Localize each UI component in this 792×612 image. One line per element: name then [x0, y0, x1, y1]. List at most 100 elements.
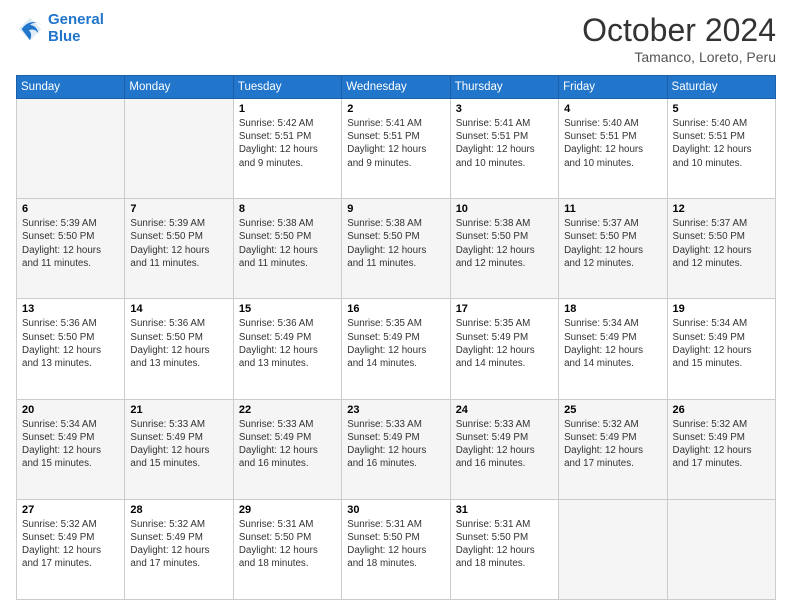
- day-info: Sunrise: 5:37 AM Sunset: 5:50 PM Dayligh…: [564, 217, 661, 270]
- day-info: Sunrise: 5:31 AM Sunset: 5:50 PM Dayligh…: [239, 518, 336, 571]
- day-info: Sunrise: 5:38 AM Sunset: 5:50 PM Dayligh…: [239, 217, 336, 270]
- calendar-cell: 16 Sunrise: 5:35 AM Sunset: 5:49 PM Dayli…: [342, 299, 450, 399]
- day-info: Sunrise: 5:35 AM Sunset: 5:49 PM Dayligh…: [347, 317, 444, 370]
- calendar-cell: [559, 499, 667, 599]
- day-number: 23: [347, 404, 444, 416]
- day-info: Sunrise: 5:39 AM Sunset: 5:50 PM Dayligh…: [130, 217, 227, 270]
- day-info: Sunrise: 5:41 AM Sunset: 5:51 PM Dayligh…: [347, 117, 444, 170]
- calendar-cell: 22 Sunrise: 5:33 AM Sunset: 5:49 PM Dayli…: [233, 399, 341, 499]
- day-info: Sunrise: 5:34 AM Sunset: 5:49 PM Dayligh…: [673, 317, 770, 370]
- calendar-cell: 8 Sunrise: 5:38 AM Sunset: 5:50 PM Daylig…: [233, 199, 341, 299]
- day-info: Sunrise: 5:32 AM Sunset: 5:49 PM Dayligh…: [564, 418, 661, 471]
- day-info: Sunrise: 5:34 AM Sunset: 5:49 PM Dayligh…: [564, 317, 661, 370]
- day-number: 8: [239, 203, 336, 215]
- day-info: Sunrise: 5:32 AM Sunset: 5:49 PM Dayligh…: [130, 518, 227, 571]
- calendar-header-wednesday: Wednesday: [342, 76, 450, 99]
- calendar-cell: 15 Sunrise: 5:36 AM Sunset: 5:49 PM Dayli…: [233, 299, 341, 399]
- calendar-cell: 17 Sunrise: 5:35 AM Sunset: 5:49 PM Dayli…: [450, 299, 558, 399]
- day-number: 3: [456, 103, 553, 115]
- calendar-cell: [125, 99, 233, 199]
- calendar-cell: 31 Sunrise: 5:31 AM Sunset: 5:50 PM Dayli…: [450, 499, 558, 599]
- day-info: Sunrise: 5:33 AM Sunset: 5:49 PM Dayligh…: [239, 418, 336, 471]
- calendar-cell: 7 Sunrise: 5:39 AM Sunset: 5:50 PM Daylig…: [125, 199, 233, 299]
- calendar-cell: 4 Sunrise: 5:40 AM Sunset: 5:51 PM Daylig…: [559, 99, 667, 199]
- day-number: 9: [347, 203, 444, 215]
- calendar-cell: 3 Sunrise: 5:41 AM Sunset: 5:51 PM Daylig…: [450, 99, 558, 199]
- month-title: October 2024: [582, 12, 776, 49]
- day-number: 30: [347, 504, 444, 516]
- day-info: Sunrise: 5:38 AM Sunset: 5:50 PM Dayligh…: [456, 217, 553, 270]
- calendar-week-2: 6 Sunrise: 5:39 AM Sunset: 5:50 PM Daylig…: [17, 199, 776, 299]
- day-number: 7: [130, 203, 227, 215]
- calendar-cell: 28Sunrise: 5:32 AM Sunset: 5:49 PM Dayli…: [125, 499, 233, 599]
- calendar-header-sunday: Sunday: [17, 76, 125, 99]
- calendar-cell: 5Sunrise: 5:40 AM Sunset: 5:51 PM Daylig…: [667, 99, 775, 199]
- day-info: Sunrise: 5:31 AM Sunset: 5:50 PM Dayligh…: [456, 518, 553, 571]
- day-number: 12: [673, 203, 770, 215]
- calendar-cell: 21Sunrise: 5:33 AM Sunset: 5:49 PM Dayli…: [125, 399, 233, 499]
- day-number: 15: [239, 303, 336, 315]
- logo-line2: Blue: [48, 28, 81, 45]
- calendar-header-monday: Monday: [125, 76, 233, 99]
- day-info: Sunrise: 5:34 AM Sunset: 5:49 PM Dayligh…: [22, 418, 119, 471]
- day-number: 31: [456, 504, 553, 516]
- calendar-week-4: 20 Sunrise: 5:34 AM Sunset: 5:49 PM Dayli…: [17, 399, 776, 499]
- day-info: Sunrise: 5:33 AM Sunset: 5:49 PM Dayligh…: [130, 418, 227, 471]
- day-number: 17: [456, 303, 553, 315]
- calendar-cell: 26 Sunrise: 5:32 AM Sunset: 5:49 PM Dayli…: [667, 399, 775, 499]
- calendar-cell: 9 Sunrise: 5:38 AM Sunset: 5:50 PM Daylig…: [342, 199, 450, 299]
- calendar-cell: 23Sunrise: 5:33 AM Sunset: 5:49 PM Dayli…: [342, 399, 450, 499]
- calendar-cell: 6Sunrise: 5:39 AM Sunset: 5:50 PM Daylig…: [17, 199, 125, 299]
- calendar-week-5: 27 Sunrise: 5:32 AM Sunset: 5:49 PM Dayli…: [17, 499, 776, 599]
- calendar-cell: 18 Sunrise: 5:34 AM Sunset: 5:49 PM Dayli…: [559, 299, 667, 399]
- day-number: 29: [239, 504, 336, 516]
- day-info: Sunrise: 5:35 AM Sunset: 5:49 PM Dayligh…: [456, 317, 553, 370]
- day-number: 20: [22, 404, 119, 416]
- calendar-cell: 1Sunrise: 5:42 AM Sunset: 5:51 PM Daylig…: [233, 99, 341, 199]
- calendar-week-3: 13 Sunrise: 5:36 AM Sunset: 5:50 PM Dayli…: [17, 299, 776, 399]
- calendar-header-thursday: Thursday: [450, 76, 558, 99]
- day-info: Sunrise: 5:36 AM Sunset: 5:49 PM Dayligh…: [239, 317, 336, 370]
- logo-text: General Blue: [48, 12, 104, 45]
- calendar-header-saturday: Saturday: [667, 76, 775, 99]
- day-number: 22: [239, 404, 336, 416]
- calendar-cell: 27Sunrise: 5:32 AM Sunset: 5:49 PM Dayli…: [17, 499, 125, 599]
- title-block: October 2024 Tamanco, Loreto, Peru: [582, 12, 776, 65]
- calendar-cell: [17, 99, 125, 199]
- calendar-cell: 2 Sunrise: 5:41 AM Sunset: 5:51 PM Daylig…: [342, 99, 450, 199]
- header: General Blue October 2024 Tamanco, Loret…: [16, 12, 776, 65]
- day-number: 18: [564, 303, 661, 315]
- day-number: 16: [347, 303, 444, 315]
- logo-icon: [16, 15, 44, 43]
- calendar-cell: 14Sunrise: 5:36 AM Sunset: 5:50 PM Dayli…: [125, 299, 233, 399]
- calendar-cell: 19 Sunrise: 5:34 AM Sunset: 5:49 PM Dayli…: [667, 299, 775, 399]
- calendar-cell: 20 Sunrise: 5:34 AM Sunset: 5:49 PM Dayli…: [17, 399, 125, 499]
- calendar-cell: 11Sunrise: 5:37 AM Sunset: 5:50 PM Dayli…: [559, 199, 667, 299]
- day-number: 26: [673, 404, 770, 416]
- calendar-cell: 13Sunrise: 5:36 AM Sunset: 5:50 PM Dayli…: [17, 299, 125, 399]
- calendar-cell: 30Sunrise: 5:31 AM Sunset: 5:50 PM Dayli…: [342, 499, 450, 599]
- day-number: 5: [673, 103, 770, 115]
- day-number: 2: [347, 103, 444, 115]
- calendar-cell: 29 Sunrise: 5:31 AM Sunset: 5:50 PM Dayli…: [233, 499, 341, 599]
- calendar-table: SundayMondayTuesdayWednesdayThursdayFrid…: [16, 75, 776, 600]
- logo-line1: General: [48, 11, 104, 28]
- day-number: 19: [673, 303, 770, 315]
- day-number: 4: [564, 103, 661, 115]
- day-number: 6: [22, 203, 119, 215]
- day-info: Sunrise: 5:40 AM Sunset: 5:51 PM Dayligh…: [564, 117, 661, 170]
- calendar-cell: 10Sunrise: 5:38 AM Sunset: 5:50 PM Dayli…: [450, 199, 558, 299]
- day-info: Sunrise: 5:36 AM Sunset: 5:50 PM Dayligh…: [130, 317, 227, 370]
- location: Tamanco, Loreto, Peru: [582, 49, 776, 65]
- day-number: 13: [22, 303, 119, 315]
- day-info: Sunrise: 5:38 AM Sunset: 5:50 PM Dayligh…: [347, 217, 444, 270]
- day-number: 24: [456, 404, 553, 416]
- day-info: Sunrise: 5:33 AM Sunset: 5:49 PM Dayligh…: [456, 418, 553, 471]
- day-number: 25: [564, 404, 661, 416]
- day-number: 27: [22, 504, 119, 516]
- logo: General Blue: [16, 12, 104, 45]
- day-info: Sunrise: 5:32 AM Sunset: 5:49 PM Dayligh…: [673, 418, 770, 471]
- calendar-week-1: 1Sunrise: 5:42 AM Sunset: 5:51 PM Daylig…: [17, 99, 776, 199]
- day-info: Sunrise: 5:41 AM Sunset: 5:51 PM Dayligh…: [456, 117, 553, 170]
- calendar-cell: 24 Sunrise: 5:33 AM Sunset: 5:49 PM Dayli…: [450, 399, 558, 499]
